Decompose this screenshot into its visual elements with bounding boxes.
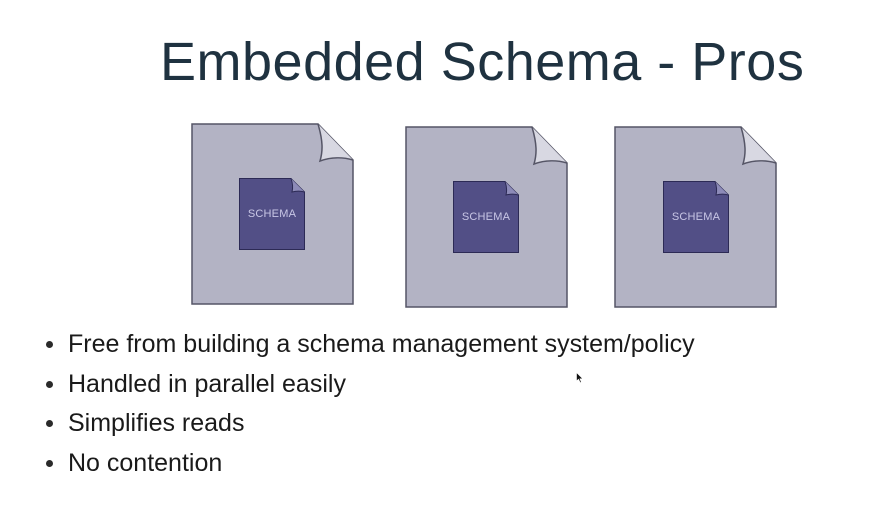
bullet-text: Free from building a schema management s…	[68, 330, 695, 358]
bullet-dot-icon	[46, 420, 53, 427]
schema-label: SCHEMA	[247, 208, 297, 220]
schema-file-icon: SCHEMA	[239, 178, 305, 250]
bullet-dot-icon	[46, 380, 53, 388]
bullet-item: Simplifies reads	[44, 404, 695, 444]
slide-title: Embedded Schema - Pros	[160, 32, 805, 92]
schema-label: SCHEMA	[461, 211, 511, 223]
slide: Embedded Schema - Pros SCHEMA SCHEMA SCH…	[0, 0, 876, 510]
bullet-text: Handled in parallel easily	[68, 369, 346, 398]
document-icon: SCHEMA	[191, 123, 354, 305]
bullet-dot-icon	[46, 341, 53, 348]
bullet-item: Handled in parallel easily	[44, 365, 695, 405]
bullet-text: Simplifies reads	[68, 409, 245, 437]
document-icon: SCHEMA	[405, 126, 568, 308]
bullet-dot-icon	[46, 459, 53, 467]
bullet-text: No contention	[68, 448, 223, 477]
schema-label: SCHEMA	[671, 211, 721, 223]
mouse-pointer-icon	[576, 371, 584, 389]
bullet-list: Free from building a schema management s…	[44, 325, 695, 483]
schema-file-icon: SCHEMA	[663, 181, 729, 253]
document-icon: SCHEMA	[614, 126, 777, 308]
bullet-item: Free from building a schema management s…	[44, 325, 695, 365]
schema-file-icon: SCHEMA	[453, 181, 519, 253]
bullet-item: No contention	[44, 444, 695, 484]
